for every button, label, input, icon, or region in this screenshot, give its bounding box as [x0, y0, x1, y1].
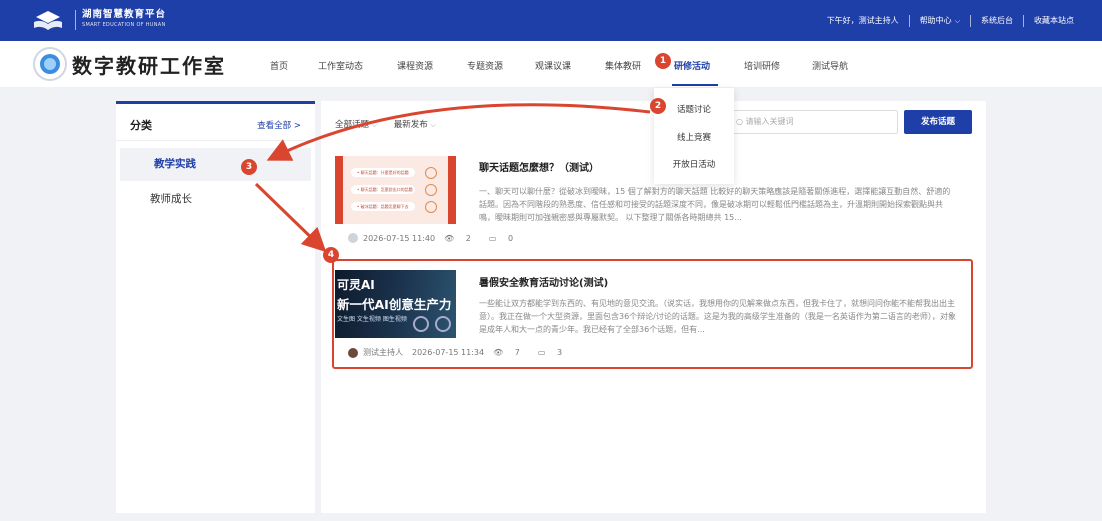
- step-badge: 2: [650, 98, 666, 114]
- annotation-arrows: [254, 103, 651, 253]
- step-badge: 4: [323, 247, 339, 263]
- step-badge: 1: [655, 53, 671, 69]
- arrow-to-category: [266, 103, 651, 161]
- step-badge: 3: [241, 159, 257, 175]
- arrow-to-post: [254, 182, 327, 253]
